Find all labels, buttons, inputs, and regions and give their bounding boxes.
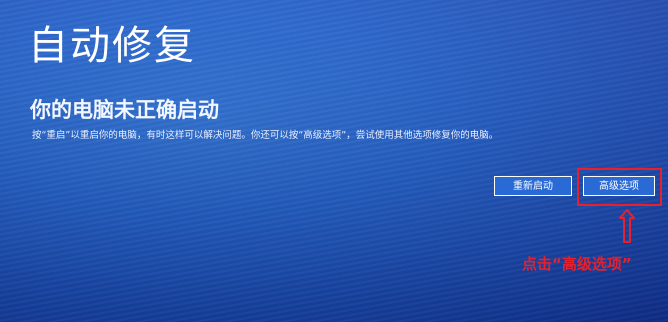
annotation-text: 点击“高级选项” xyxy=(522,255,632,273)
description-text: 按“重启”以重启你的电脑，有时这样可以解决问题。你还可以按“高级选项”，尝试使用… xyxy=(32,130,499,141)
up-arrow-icon xyxy=(619,209,635,243)
page-subtitle: 你的电脑未正确启动 xyxy=(30,98,219,122)
restart-button[interactable]: 重新启动 xyxy=(494,176,572,196)
recovery-screen: 自动修复 你的电脑未正确启动 按“重启”以重启你的电脑，有时这样可以解决问题。你… xyxy=(0,0,668,322)
highlight-box xyxy=(577,168,662,206)
page-title: 自动修复 xyxy=(28,23,196,69)
